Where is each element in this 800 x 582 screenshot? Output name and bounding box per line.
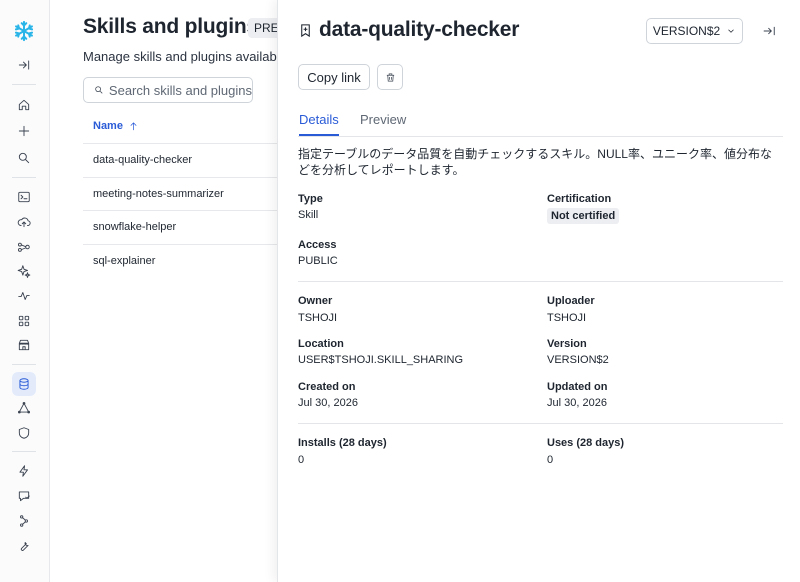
type-label: Type [298, 193, 323, 205]
shield-icon[interactable] [12, 421, 36, 445]
version-dropdown-label: VERSION$2 [652, 24, 721, 38]
table-row[interactable]: meeting-notes-summarizer [83, 177, 283, 210]
section-divider [298, 281, 783, 282]
access-value: PUBLIC [298, 255, 338, 267]
table-row[interactable]: sql-explainer [83, 244, 283, 277]
trash-icon [386, 72, 394, 82]
row-name: sql-explainer [93, 255, 156, 267]
updated-label: Updated on [547, 381, 608, 393]
triangle-nodes-icon[interactable] [12, 396, 36, 420]
collapse-panel-icon [763, 26, 775, 36]
type-value: Skill [298, 209, 319, 221]
sparkle-icon[interactable] [12, 259, 36, 283]
terminal-icon[interactable] [12, 185, 36, 209]
uses-label: Uses (28 days) [547, 437, 625, 449]
certification-badge: Not certified [547, 208, 620, 224]
delete-button[interactable] [377, 64, 403, 90]
bookmark-plug-icon [301, 23, 310, 37]
chat-bubble-icon[interactable] [12, 484, 36, 508]
skill-name: data-quality-checker [319, 18, 520, 41]
tab-details[interactable]: Details [299, 112, 339, 136]
activity-icon[interactable] [12, 284, 36, 308]
location-value: USER$TSHOJI.SKILL_SHARING [298, 354, 464, 366]
uploader-value: TSHOJI [547, 312, 587, 324]
name-column-header[interactable]: Name [93, 120, 139, 132]
expand-sidebar-icon[interactable] [12, 53, 36, 77]
uploader-label: Uploader [547, 295, 595, 307]
page-subtitle: Manage skills and plugins available [83, 49, 287, 64]
certification-label: Certification [547, 193, 612, 205]
wrench-icon[interactable] [12, 534, 36, 558]
panel-tabs: Details Preview [298, 111, 783, 137]
lightning-icon[interactable] [12, 459, 36, 483]
table-row[interactable]: snowflake-helper [83, 210, 283, 243]
owner-value: TSHOJI [298, 312, 338, 324]
marketplace-icon[interactable] [12, 333, 36, 357]
rail-divider [12, 451, 36, 452]
panel-title: data-quality-checker [298, 18, 519, 42]
connections-icon[interactable] [12, 509, 36, 533]
search-icon [95, 86, 103, 94]
chevron-down-icon [728, 29, 734, 33]
rail-divider [12, 177, 36, 178]
created-value: Jul 30, 2026 [298, 397, 358, 409]
skill-detail-panel: data-quality-checker VERSION$2 Copy link… [277, 0, 800, 582]
home-icon[interactable] [12, 93, 36, 117]
row-name: data-quality-checker [93, 154, 193, 166]
graph-icon[interactable] [12, 235, 36, 259]
version-value: VERSION$2 [547, 354, 609, 366]
row-name: snowflake-helper [93, 221, 177, 233]
rail-divider [12, 364, 36, 365]
row-name: meeting-notes-summarizer [93, 188, 224, 200]
access-label: Access [298, 239, 337, 251]
name-column-label: Name [93, 120, 123, 132]
installs-value: 0 [298, 454, 305, 466]
snowflake-logo-icon[interactable] [12, 19, 36, 43]
page-title: Skills and plugins [83, 15, 258, 38]
plus-icon[interactable] [12, 119, 36, 143]
search-icon[interactable] [12, 146, 36, 170]
table-row[interactable]: data-quality-checker [83, 143, 283, 176]
updated-value: Jul 30, 2026 [547, 397, 607, 409]
rail-divider [12, 84, 36, 85]
section-divider [298, 423, 783, 424]
left-nav-rail [0, 0, 50, 582]
close-panel-button[interactable] [762, 24, 776, 38]
database-icon[interactable] [12, 372, 36, 396]
owner-label: Owner [298, 295, 333, 307]
location-label: Location [298, 338, 344, 350]
uses-value: 0 [547, 454, 554, 466]
search-input[interactable]: Search skills and plugins [83, 77, 253, 103]
grid-icon[interactable] [12, 309, 36, 333]
installs-label: Installs (28 days) [298, 437, 387, 449]
tab-preview[interactable]: Preview [360, 112, 406, 134]
version-dropdown[interactable]: VERSION$2 [646, 18, 743, 44]
cloud-upload-icon[interactable] [12, 210, 36, 234]
created-label: Created on [298, 381, 356, 393]
version-label: Version [547, 338, 587, 350]
sort-ascending-icon [130, 121, 137, 130]
copy-link-button[interactable]: Copy link [298, 64, 370, 90]
skill-description: 指定テーブルのデータ品質を自動チェックするスキル。NULL率、ユニーク率、値分布… [298, 147, 772, 177]
search-placeholder: Search skills and plugins [108, 82, 252, 98]
